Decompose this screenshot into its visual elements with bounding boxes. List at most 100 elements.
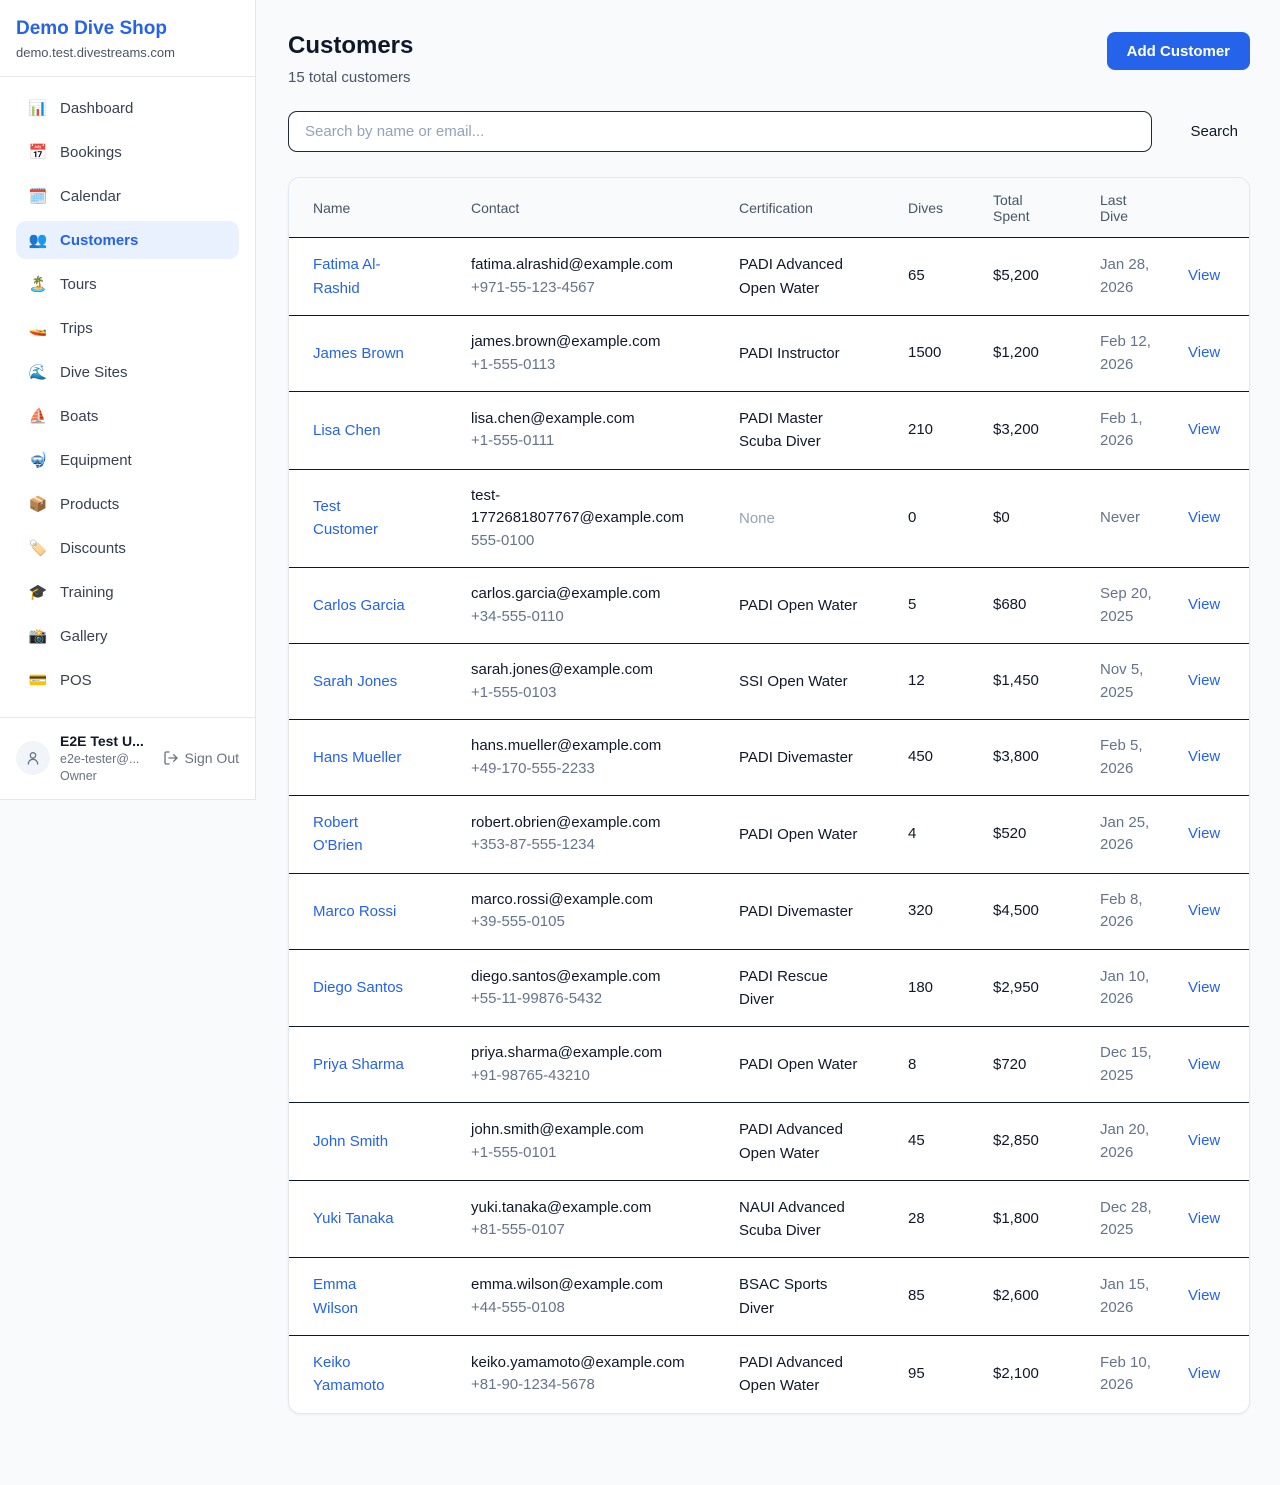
customer-email: keiko.yamamoto@example.com	[471, 1352, 711, 1375]
user-section: E2E Test U... e2e-tester@... Owner Sign …	[0, 717, 255, 799]
customer-phone: +971-55-123-4567	[471, 277, 715, 300]
sidebar-item-discounts[interactable]: 🏷️ Discounts	[16, 529, 239, 567]
sidebar-item-bookings[interactable]: 📅 Bookings	[16, 133, 239, 171]
customer-email: robert.obrien@example.com	[471, 812, 711, 835]
view-link[interactable]: View	[1188, 672, 1220, 689]
customer-name-link[interactable]: Hans Mueller	[313, 746, 401, 769]
sidebar-item-label: Customers	[60, 232, 138, 249]
view-link[interactable]: View	[1188, 1287, 1220, 1304]
customer-dives: 0	[896, 469, 981, 568]
view-link[interactable]: View	[1188, 1132, 1220, 1149]
customers-table: Name Contact Certification Dives Total Spent…	[289, 178, 1250, 1413]
view-link[interactable]: View	[1188, 748, 1220, 765]
sidebar-item-dashboard[interactable]: 📊 Dashboard	[16, 89, 239, 127]
col-header-label: Total Spent	[993, 192, 1039, 224]
customer-last-dive: Dec 28, 2025	[1100, 1197, 1162, 1242]
col-header-label: Name	[313, 200, 447, 216]
sidebar-item-customers[interactable]: 👥 Customers	[16, 221, 239, 259]
customer-phone: +34-555-0110	[471, 606, 715, 629]
sidebar-item-label: Training	[60, 584, 114, 601]
customer-dives: 45	[896, 1103, 981, 1181]
add-customer-button[interactable]: Add Customer	[1107, 32, 1250, 70]
customer-name-link[interactable]: Priya Sharma	[313, 1053, 404, 1076]
customer-dives: 28	[896, 1180, 981, 1258]
customer-name-link[interactable]: Sarah Jones	[313, 670, 397, 693]
customer-dives: 5	[896, 568, 981, 644]
customer-name-link[interactable]: Carlos Garcia	[313, 594, 405, 617]
col-header-contact: Contact	[459, 178, 727, 238]
view-link[interactable]: View	[1188, 421, 1220, 438]
search-input[interactable]	[288, 111, 1152, 152]
view-link[interactable]: View	[1188, 979, 1220, 996]
customer-name-link[interactable]: Emma Wilson	[313, 1273, 405, 1320]
sidebar-item-dive-sites[interactable]: 🌊 Dive Sites	[16, 353, 239, 391]
shop-header: Demo Dive Shop demo.test.divestreams.com	[0, 0, 255, 77]
sidebar-item-calendar[interactable]: 🗓️ Calendar	[16, 177, 239, 215]
sidebar-item-label: Boats	[60, 408, 98, 425]
view-link[interactable]: View	[1188, 825, 1220, 842]
customer-total-spent: $520	[981, 796, 1088, 874]
view-link[interactable]: View	[1188, 1056, 1220, 1073]
customer-name-link[interactable]: John Smith	[313, 1130, 388, 1153]
view-link[interactable]: View	[1188, 509, 1220, 526]
view-link[interactable]: View	[1188, 344, 1220, 361]
user-icon	[25, 750, 41, 766]
customer-phone: +1-555-0111	[471, 430, 715, 453]
col-header-label: Certification	[739, 200, 884, 216]
sign-out-button[interactable]: Sign Out	[163, 750, 239, 766]
sidebar-item-label: POS	[60, 672, 92, 689]
customer-dives: 180	[896, 949, 981, 1027]
sidebar-item-tours[interactable]: 🏝️ Tours	[16, 265, 239, 303]
trips-icon: 🚤	[28, 321, 48, 336]
sidebar-item-products[interactable]: 📦 Products	[16, 485, 239, 523]
customer-phone: +49-170-555-2233	[471, 758, 715, 781]
col-header-dives: Dives	[896, 178, 981, 238]
customer-name-link[interactable]: Keiko Yamamoto	[313, 1351, 405, 1398]
customer-last-dive: Nov 5, 2025	[1100, 659, 1162, 704]
sidebar-item-pos[interactable]: 💳 POS	[16, 661, 239, 699]
customer-last-dive: Feb 12, 2026	[1100, 331, 1162, 376]
view-link[interactable]: View	[1188, 1210, 1220, 1227]
customer-email: priya.sharma@example.com	[471, 1042, 711, 1065]
customer-dives: 210	[896, 392, 981, 470]
sidebar-item-label: Equipment	[60, 452, 132, 469]
customer-total-spent: $2,850	[981, 1103, 1088, 1181]
customer-total-spent: $0	[981, 469, 1088, 568]
search-button[interactable]: Search	[1178, 115, 1250, 148]
view-link[interactable]: View	[1188, 267, 1220, 284]
customer-certification: None	[739, 507, 863, 530]
customer-dives: 65	[896, 238, 981, 316]
sidebar-item-trips[interactable]: 🚤 Trips	[16, 309, 239, 347]
customers-icon: 👥	[28, 233, 48, 248]
customer-email: yuki.tanaka@example.com	[471, 1197, 711, 1220]
customer-name-link[interactable]: Robert O'Brien	[313, 811, 405, 858]
sidebar-item-training[interactable]: 🎓 Training	[16, 573, 239, 611]
sidebar-item-equipment[interactable]: 🤿 Equipment	[16, 441, 239, 479]
customer-email: emma.wilson@example.com	[471, 1274, 711, 1297]
customer-name-link[interactable]: Test Customer	[313, 495, 405, 542]
customer-dives: 85	[896, 1258, 981, 1336]
customer-phone: 555-0100	[471, 530, 715, 553]
view-link[interactable]: View	[1188, 1365, 1220, 1382]
customer-certification: PADI Advanced Open Water	[739, 253, 863, 300]
customer-name-link[interactable]: Fatima Al-Rashid	[313, 253, 405, 300]
view-link[interactable]: View	[1188, 596, 1220, 613]
sidebar-item-gallery[interactable]: 📸 Gallery	[16, 617, 239, 655]
view-link[interactable]: View	[1188, 902, 1220, 919]
customer-phone: +81-555-0107	[471, 1219, 715, 1242]
customer-email: sarah.jones@example.com	[471, 659, 711, 682]
tours-icon: 🏝️	[28, 277, 48, 292]
customer-name-link[interactable]: Diego Santos	[313, 976, 403, 999]
customer-name-link[interactable]: Yuki Tanaka	[313, 1207, 394, 1230]
customer-total-spent: $680	[981, 568, 1088, 644]
customer-certification: NAUI Advanced Scuba Diver	[739, 1196, 863, 1243]
customer-name-link[interactable]: Lisa Chen	[313, 419, 381, 442]
gallery-icon: 📸	[28, 629, 48, 644]
equipment-icon: 🤿	[28, 453, 48, 468]
customer-last-dive: Feb 1, 2026	[1100, 408, 1162, 453]
customer-dives: 4	[896, 796, 981, 874]
customer-name-link[interactable]: Marco Rossi	[313, 900, 396, 923]
sidebar-item-boats[interactable]: ⛵ Boats	[16, 397, 239, 435]
sidebar-item-label: Products	[60, 496, 119, 513]
customer-name-link[interactable]: James Brown	[313, 342, 404, 365]
